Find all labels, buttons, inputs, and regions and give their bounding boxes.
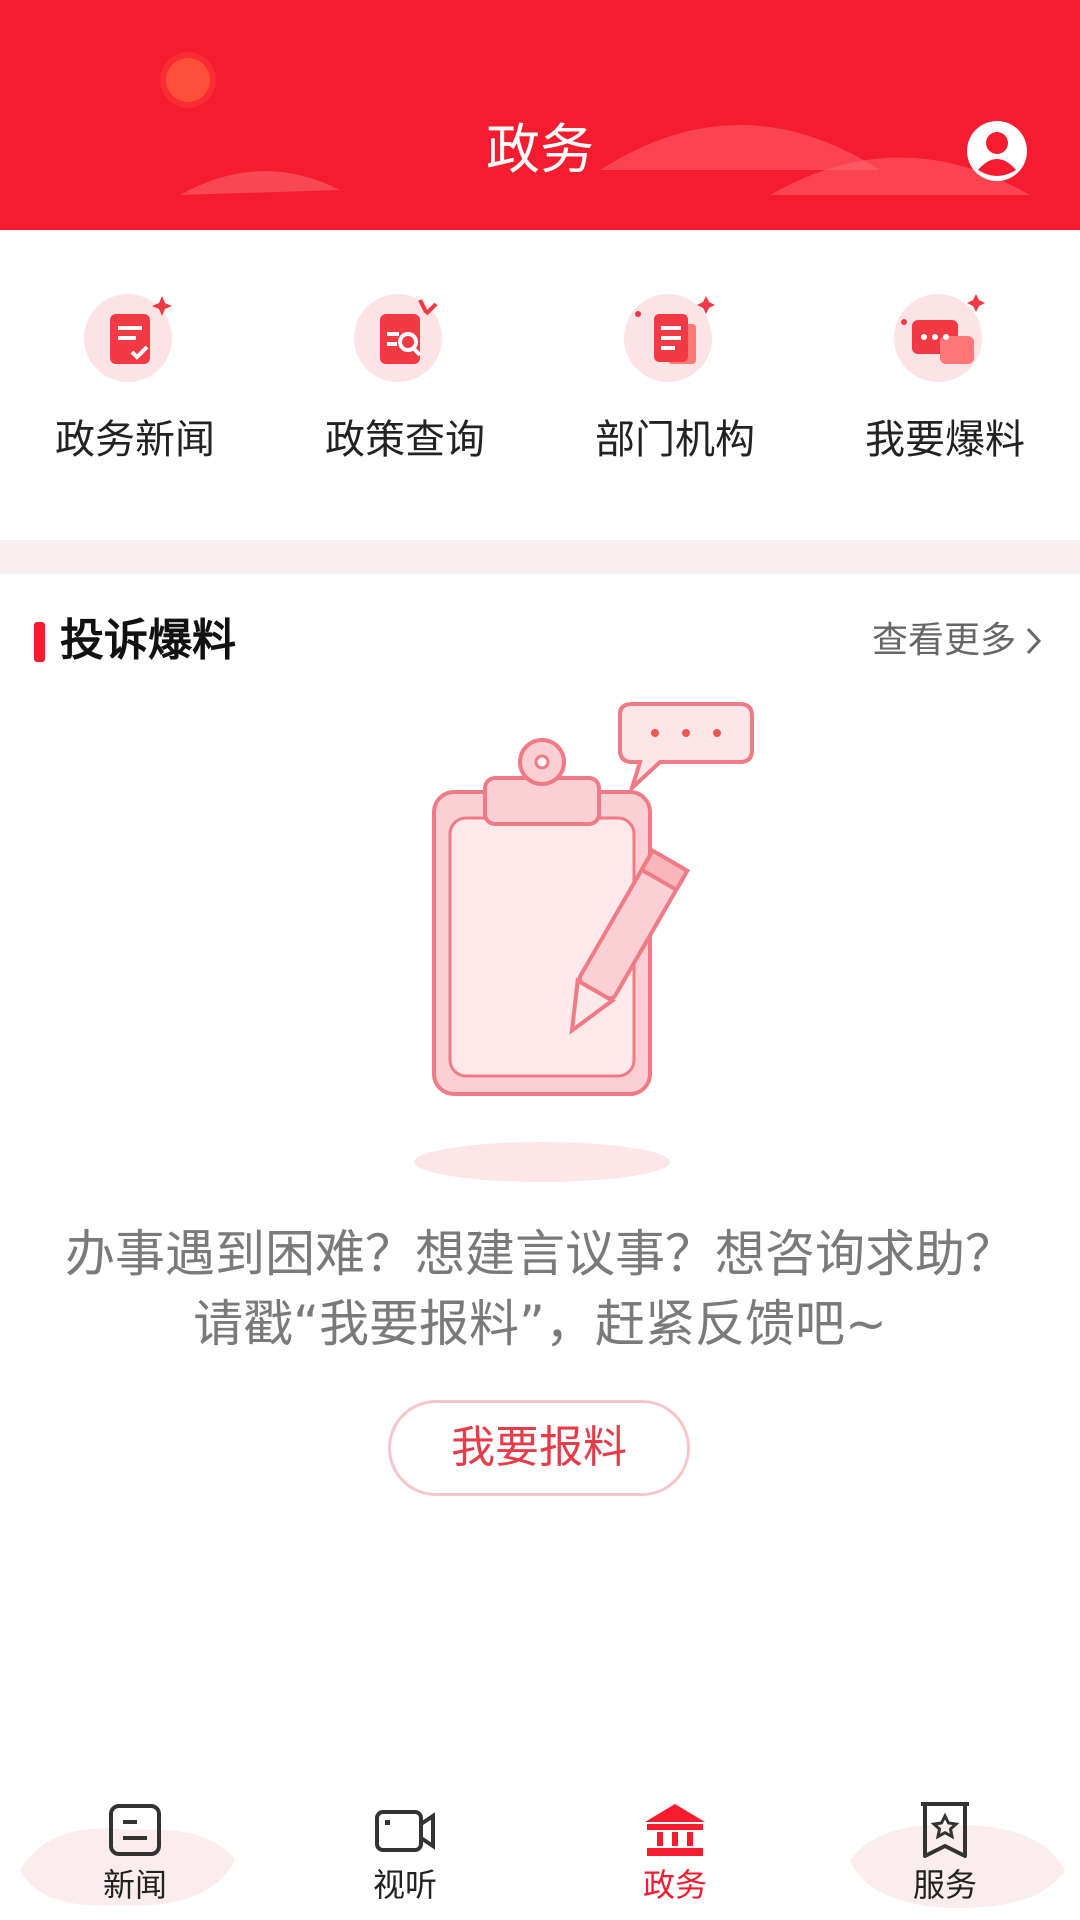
service-bookmark-icon [921, 1802, 969, 1858]
empty-message-line1: 办事遇到困难？想建言议事？想咨询求助？ [65, 1225, 1015, 1283]
quick-entry-label: 政策查询 [325, 417, 485, 463]
quick-entry-grid: 政务新闻 政策查询 部门机构 我要爆料 [0, 230, 1080, 540]
quick-entry-label: 我要爆料 [865, 417, 1025, 463]
nav-tab-government[interactable]: 政务 [540, 1780, 810, 1920]
quick-entry-report[interactable]: 我要爆料 [810, 282, 1080, 482]
quick-entry-label: 部门机构 [595, 417, 755, 463]
quick-entry-gov-news[interactable]: 政务新闻 [0, 282, 270, 482]
nav-label: 政务 [642, 1866, 707, 1904]
top-header: 政务 [0, 0, 1080, 230]
nav-tab-service[interactable]: 服务 [810, 1780, 1080, 1920]
chat-report-icon [894, 294, 985, 382]
page-title: 政务 [486, 118, 594, 181]
nav-tab-news[interactable]: 新闻 [0, 1780, 270, 1920]
nav-tab-video[interactable]: 视听 [270, 1780, 540, 1920]
news-doc-icon [84, 294, 172, 382]
section-title: 投诉爆料 [60, 615, 236, 666]
news-icon [109, 1804, 161, 1856]
quick-entry-label: 政务新闻 [55, 417, 215, 463]
department-icon [624, 294, 715, 382]
section-divider [0, 540, 1080, 574]
user-avatar-icon[interactable] [966, 120, 1028, 182]
nav-label: 新闻 [102, 1866, 167, 1904]
nav-label: 服务 [912, 1866, 977, 1904]
policy-search-icon [354, 294, 442, 382]
view-more-label: 查看更多 [871, 620, 1016, 661]
government-building-icon [645, 1804, 705, 1856]
chevron-right-icon [1026, 627, 1042, 655]
bottom-nav: 新闻 视听 政务 服务 [0, 1780, 1080, 1920]
quick-entry-policy-search[interactable]: 政策查询 [270, 282, 540, 482]
view-more-link[interactable]: 查看更多 [872, 614, 1044, 668]
report-button[interactable]: 我要报料 [388, 1400, 690, 1496]
video-icon [375, 1810, 435, 1852]
clipboard-illustration [414, 702, 754, 1182]
quick-entry-department[interactable]: 部门机构 [540, 282, 810, 482]
nav-label: 视听 [372, 1866, 437, 1904]
header-decoration [160, 52, 1030, 195]
empty-message-line2: 请戳“我要报料”，赶紧反馈吧~ [193, 1295, 887, 1353]
section-accent-bar [34, 622, 45, 662]
